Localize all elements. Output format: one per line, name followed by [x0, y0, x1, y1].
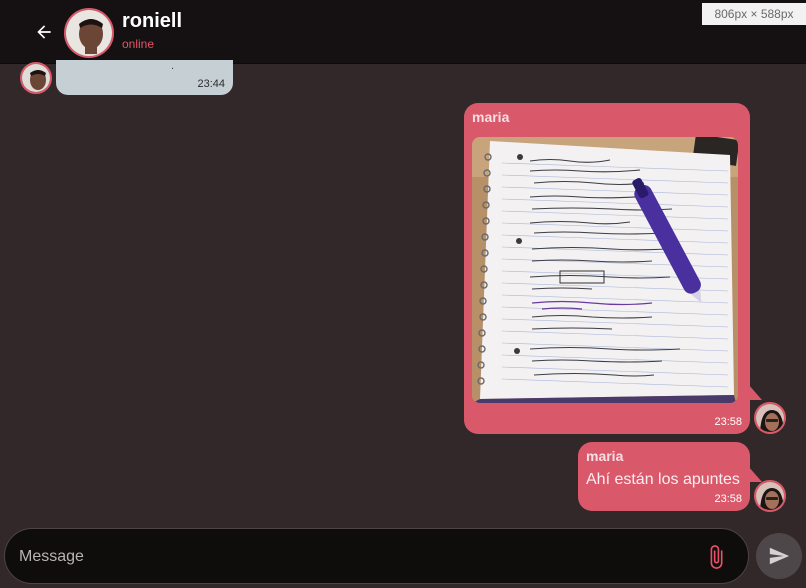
bubble-tail [748, 466, 762, 482]
message-time: 23:58 [714, 416, 742, 428]
paperclip-icon [710, 545, 723, 569]
message-time: 23:58 [714, 493, 742, 505]
contact-avatar[interactable] [64, 8, 114, 58]
message-text-fragment: . [171, 60, 175, 72]
chat-header: roniell online [0, 0, 806, 64]
message-sender: maria [472, 109, 510, 125]
message-sender: maria [586, 448, 624, 464]
message-time: 23:44 [197, 78, 225, 90]
message-input[interactable] [19, 544, 679, 570]
outgoing-text-bubble[interactable]: maria Ahí están los apuntes 23:58 [578, 442, 750, 511]
user-avatar-small[interactable] [754, 480, 786, 512]
dimension-overlay: 806px × 588px [702, 3, 806, 25]
attach-button[interactable] [703, 543, 729, 571]
contact-status: online [122, 37, 155, 51]
outgoing-image-bubble[interactable]: maria 23:58 [464, 103, 750, 434]
back-button[interactable] [30, 18, 58, 46]
contact-avatar-small[interactable] [20, 62, 52, 94]
send-button[interactable] [756, 533, 802, 579]
arrow-left-icon [37, 25, 51, 39]
message-text: Ahí están los apuntes [586, 471, 740, 488]
incoming-message-bubble[interactable]: . 23:44 [56, 60, 233, 95]
send-icon [769, 547, 790, 565]
notebook-photo[interactable] [472, 137, 738, 403]
contact-name: roniell [122, 10, 183, 32]
bubble-tail [748, 384, 762, 400]
message-composer [4, 528, 749, 584]
user-avatar-small[interactable] [754, 402, 786, 434]
